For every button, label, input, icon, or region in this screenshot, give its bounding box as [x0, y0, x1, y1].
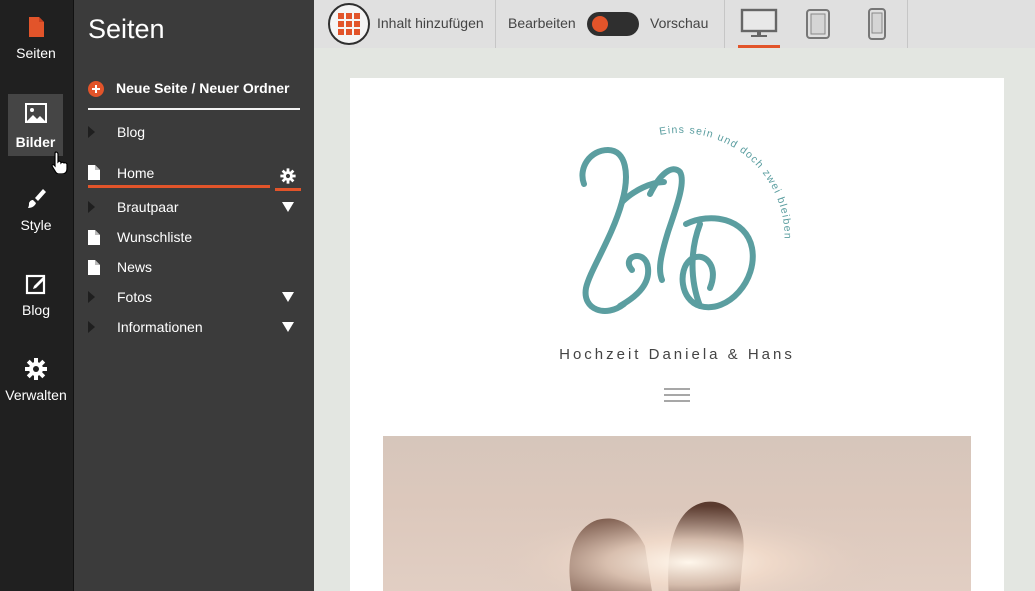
mobile-view-button[interactable] — [863, 0, 891, 48]
desktop-view-button[interactable] — [738, 0, 780, 48]
page-icon — [88, 229, 100, 245]
page-settings-button[interactable] — [275, 163, 301, 191]
expand-arrow-icon[interactable] — [88, 291, 95, 303]
new-page-label: Neue Seite / Neuer Ordner — [116, 80, 290, 96]
panel-title: Seiten — [88, 14, 165, 44]
toolbar-divider — [907, 0, 908, 48]
edit-icon — [25, 274, 46, 295]
page-icon — [29, 17, 44, 37]
page-icon — [88, 165, 100, 180]
rail-item-verwalten[interactable]: Verwalten — [0, 342, 72, 414]
tree-item-label: Blog — [117, 124, 146, 140]
gear-icon — [25, 358, 47, 380]
image-icon — [24, 103, 47, 123]
menu-icon[interactable] — [664, 388, 690, 406]
toggle-knob — [592, 16, 608, 32]
main-nav-rail: Seiten Bilder Style Blog Verwalten — [0, 0, 74, 591]
tree-item-blog[interactable]: Blog — [88, 118, 300, 146]
rail-item-bilder[interactable]: Bilder — [8, 94, 68, 174]
page-icon — [88, 259, 100, 275]
top-toolbar: Inhalt hinzufügen Bearbeiten Vorschau — [314, 0, 1035, 48]
tree-item-home[interactable]: Home — [88, 160, 270, 188]
tree-item-label: Brautpaar — [117, 199, 179, 215]
site-title: Hochzeit Daniela & Hans — [559, 346, 795, 363]
monogram-logo: Eins sein und doch zwei bleiben — [579, 124, 792, 314]
rail-item-label: Verwalten — [5, 387, 67, 403]
hero-image — [383, 436, 971, 591]
tree-item-label: Informationen — [117, 319, 203, 335]
couple-photo — [383, 436, 971, 591]
mobile-icon — [868, 8, 886, 40]
expand-arrow-icon[interactable] — [88, 126, 95, 138]
dropdown-arrow-icon[interactable] — [282, 292, 294, 302]
preview-mode-label[interactable]: Vorschau — [650, 15, 708, 31]
brush-icon — [28, 189, 46, 208]
add-content-button[interactable] — [328, 3, 370, 45]
grid-icon — [338, 13, 360, 35]
tree-item-label: News — [117, 259, 153, 275]
hand-cursor-icon — [51, 151, 68, 174]
tree-item-label: Wunschliste — [117, 229, 193, 245]
tree-item-informationen[interactable]: Informationen — [88, 313, 300, 341]
rail-item-seiten[interactable]: Seiten — [0, 0, 72, 72]
dropdown-arrow-icon[interactable] — [282, 322, 294, 332]
tree-item-fotos[interactable]: Fotos — [88, 283, 300, 311]
rail-item-label: Blog — [21, 302, 51, 318]
pages-panel: Seiten Neue Seite / Neuer Ordner Blog Ho… — [74, 0, 314, 591]
rail-item-style[interactable]: Style — [0, 172, 72, 244]
rail-item-label: Seiten — [16, 45, 56, 61]
new-page-button[interactable]: Neue Seite / Neuer Ordner — [88, 76, 300, 110]
expand-arrow-icon[interactable] — [88, 321, 95, 333]
preview-page: Eins sein und doch zwei bleiben Hochzeit… — [350, 78, 1004, 591]
tree-item-wunschliste[interactable]: Wunschliste — [88, 223, 300, 251]
add-content-label[interactable]: Inhalt hinzufügen — [377, 15, 484, 31]
tree-item-label: Home — [117, 164, 155, 181]
edit-preview-toggle[interactable] — [587, 12, 639, 36]
desktop-icon — [740, 8, 778, 37]
rail-item-blog[interactable]: Blog — [0, 257, 72, 329]
plus-icon — [88, 81, 104, 97]
gear-icon — [280, 167, 296, 184]
rail-item-label: Bilder — [15, 134, 56, 150]
toolbar-divider — [724, 0, 725, 48]
edit-mode-label[interactable]: Bearbeiten — [508, 15, 576, 31]
tree-item-label: Fotos — [117, 289, 153, 305]
tree-item-brautpaar[interactable]: Brautpaar — [88, 193, 300, 221]
tree-item-news[interactable]: News — [88, 253, 300, 281]
tablet-icon — [806, 9, 830, 39]
website-preview: Eins sein und doch zwei bleiben Hochzeit… — [314, 48, 1035, 591]
toolbar-divider — [495, 0, 496, 48]
expand-arrow-icon[interactable] — [88, 201, 95, 213]
rail-item-label: Style — [20, 217, 52, 233]
tablet-view-button[interactable] — [802, 0, 834, 48]
dropdown-arrow-icon[interactable] — [282, 202, 294, 212]
